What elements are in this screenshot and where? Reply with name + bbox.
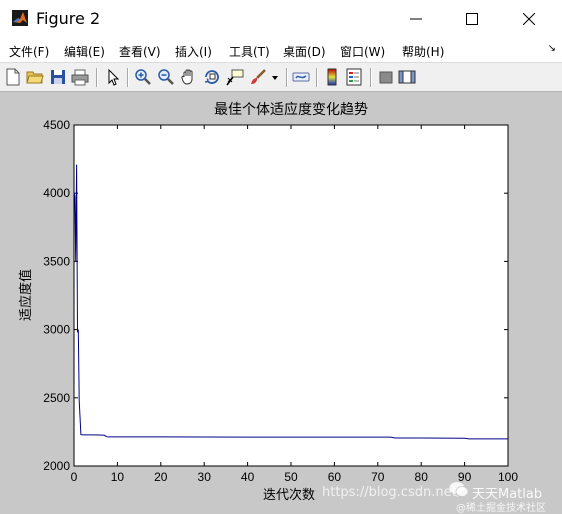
new-figure-icon xyxy=(6,68,20,86)
watermark-url: https://blog.csdn.net/ xyxy=(322,485,462,500)
data-cursor-icon xyxy=(226,69,244,86)
data-cursor-button[interactable] xyxy=(226,68,244,86)
zoom-in-button[interactable] xyxy=(134,68,152,86)
save-icon xyxy=(51,70,65,84)
y-tick-label: 2500 xyxy=(43,391,70,405)
insert-legend-button[interactable] xyxy=(345,68,363,86)
menu-window[interactable]: 窗口(W) xyxy=(340,43,385,60)
menu-tools[interactable]: 工具(T) xyxy=(229,43,270,60)
hide-plot-tools-icon xyxy=(379,71,393,84)
plot-area[interactable] xyxy=(73,124,509,467)
menu-view[interactable]: 查看(V) xyxy=(119,43,161,60)
x-tick-label: 100 xyxy=(498,470,518,484)
edit-plot-arrow-icon xyxy=(108,68,120,86)
brush-icon xyxy=(251,69,266,84)
y-tick-label: 4000 xyxy=(43,186,70,200)
print-icon xyxy=(71,69,89,86)
x-tick-label: 20 xyxy=(154,470,168,484)
toolbar-separator xyxy=(316,68,318,87)
link-plot-icon xyxy=(292,72,310,82)
menu-help[interactable]: 帮助(H) xyxy=(402,43,444,60)
zoom-out-button[interactable] xyxy=(157,68,175,86)
open-file-icon xyxy=(26,71,44,84)
rotate-3d-button[interactable] xyxy=(203,68,221,86)
pan-hand-icon xyxy=(181,69,193,85)
menu-insert[interactable]: 插入(I) xyxy=(175,43,212,60)
zoom-in-icon xyxy=(135,69,151,85)
toolbar-separator xyxy=(96,68,98,87)
x-tick-label: 40 xyxy=(241,470,255,484)
window-title: Figure 2 xyxy=(36,9,101,28)
brush-dropdown-button[interactable] xyxy=(269,68,281,86)
x-axis-label: 迭代次数 xyxy=(263,487,315,503)
x-tick-label: 60 xyxy=(328,470,342,484)
x-tick-label: 80 xyxy=(415,470,429,484)
hide-plot-tools-button[interactable] xyxy=(377,68,395,86)
edit-plot-button[interactable] xyxy=(104,68,122,86)
brush-button[interactable] xyxy=(249,68,267,86)
maximize-icon xyxy=(466,13,478,25)
x-tick-label: 10 xyxy=(111,470,125,484)
close-button[interactable] xyxy=(506,0,552,38)
toolbar-separator xyxy=(370,68,372,87)
maximize-button[interactable] xyxy=(449,0,495,38)
toolbar-separator xyxy=(286,68,288,87)
print-button[interactable] xyxy=(71,68,89,86)
save-button[interactable] xyxy=(49,68,67,86)
y-tick-label: 2000 xyxy=(43,459,70,473)
minimize-icon xyxy=(410,18,422,20)
chevron-down-icon xyxy=(272,76,278,80)
menu-edit[interactable]: 编辑(E) xyxy=(64,43,105,60)
insert-colorbar-icon xyxy=(327,68,337,86)
zoom-out-icon xyxy=(158,69,174,85)
y-tick-label: 3500 xyxy=(43,254,70,268)
figure-toolbar xyxy=(0,62,562,92)
insert-legend-icon xyxy=(346,68,362,86)
x-tick-label: 30 xyxy=(198,470,212,484)
toolbar-separator xyxy=(127,68,129,87)
menu-file[interactable]: 文件(F) xyxy=(9,43,49,60)
menu-bar: 文件(F) 编辑(E) 查看(V) 插入(I) 工具(T) 桌面(D) 窗口(W… xyxy=(0,38,562,62)
wechat-logo-icon xyxy=(449,482,469,497)
matlab-logo-icon xyxy=(12,10,28,26)
x-tick-label: 0 xyxy=(71,470,78,484)
x-tick-label: 70 xyxy=(371,470,385,484)
open-file-button[interactable] xyxy=(26,68,44,86)
rotate-3d-icon xyxy=(204,70,219,84)
y-tick-label: 4500 xyxy=(43,118,70,132)
x-tick-label: 50 xyxy=(284,470,298,484)
insert-colorbar-button[interactable] xyxy=(323,68,341,86)
show-plot-tools-button[interactable] xyxy=(398,68,416,86)
y-tick-label: 3000 xyxy=(43,323,70,337)
y-axis-label: 适应度值 xyxy=(18,269,34,321)
pan-button[interactable] xyxy=(180,68,198,86)
chart-title: 最佳个体适应度变化趋势 xyxy=(214,101,368,118)
new-figure-button[interactable] xyxy=(4,68,22,86)
show-plot-tools-icon xyxy=(398,70,416,84)
link-plot-button[interactable] xyxy=(292,68,310,86)
menu-dock-arrow-icon[interactable]: ↘ xyxy=(548,43,556,54)
figure-canvas: 最佳个体适应度变化趋势 0 10 20 30 40 50 60 70 80 90 100 2000 25… xyxy=(0,92,562,514)
title-bar: Figure 2 xyxy=(0,0,562,38)
menu-desktop[interactable]: 桌面(D) xyxy=(283,43,326,60)
minimize-button[interactable] xyxy=(393,0,439,38)
close-icon xyxy=(523,13,535,25)
watermark-community: @稀土掘金技术社区 xyxy=(456,503,546,514)
fitness-line-chart[interactable]: 最佳个体适应度变化趋势 0 10 20 30 40 50 60 70 80 90 100200025… xyxy=(0,92,562,514)
